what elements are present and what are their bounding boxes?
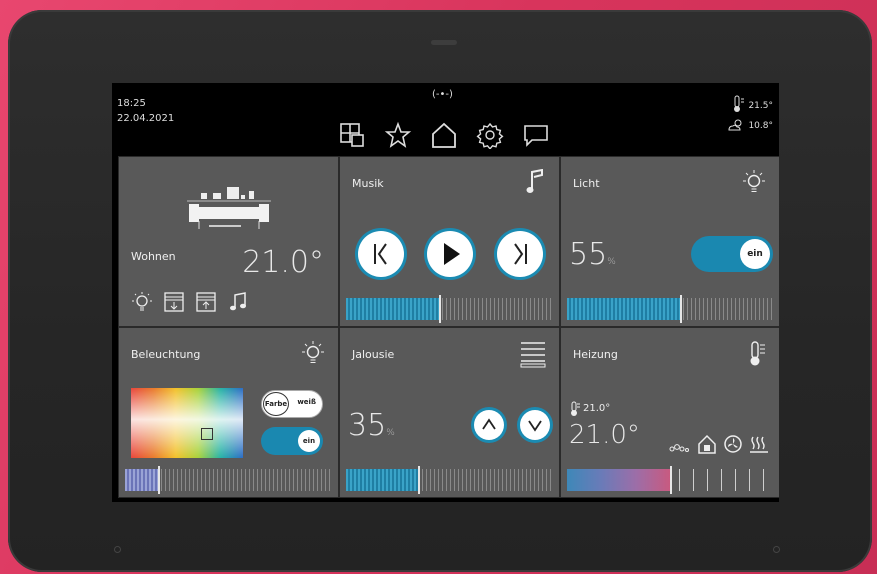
tile-heizung[interactable]: Heizung 21.0° 21.0° [560, 327, 779, 498]
blind-position-handle[interactable] [418, 466, 421, 494]
heating-slider[interactable] [567, 466, 773, 494]
volume-slider-fill [346, 298, 440, 320]
tile-jalousie[interactable]: Jalousie 35% [339, 327, 560, 498]
previous-track-button[interactable] [358, 231, 404, 277]
light-dimmer-fill [567, 298, 681, 320]
light-bulb-icon [741, 169, 767, 199]
blind-position-unit: % [386, 428, 395, 438]
blind-up-icon[interactable] [195, 291, 217, 317]
color-mode-option-white[interactable]: weiß [297, 398, 316, 406]
status-bar: 18:25 22.04.2021 (-•-) 21.5° 10.8° [112, 83, 779, 155]
lighting-dimmer-fill [125, 469, 159, 491]
home-icon[interactable] [430, 121, 458, 149]
touch-screen: 18:25 22.04.2021 (-•-) 21.5° 10.8° Wohne… [112, 83, 779, 502]
tile-beleuchtung[interactable]: Beleuchtung Farbe weiß ein [118, 327, 339, 498]
clock-date: 22.04.2021 [117, 113, 175, 124]
volume-slider[interactable] [346, 295, 553, 323]
fan-icon[interactable] [723, 434, 743, 458]
messages-icon[interactable] [522, 121, 550, 149]
lighting-toggle[interactable]: ein [261, 427, 323, 455]
eco-mode-icon[interactable] [669, 439, 691, 458]
music-note-icon [525, 168, 547, 199]
music-note-icon[interactable] [227, 291, 249, 317]
room-temperature: 21.0° [242, 245, 324, 280]
heating-temperature: 21.0° [569, 420, 640, 450]
tile-title: Wohnen [131, 250, 176, 263]
light-dimmer-handle[interactable] [680, 295, 683, 323]
comfort-home-icon[interactable] [697, 434, 717, 458]
tile-musik[interactable]: Musik [339, 156, 560, 327]
status-led-left [114, 546, 121, 553]
next-track-button[interactable] [497, 231, 543, 277]
tile-title: Heizung [573, 348, 618, 361]
camera-sensor [431, 40, 457, 45]
blind-position-value: 35 [348, 408, 387, 443]
blind-position-display: 35% [348, 408, 395, 443]
favorites-icon[interactable] [384, 121, 412, 149]
lighting-toggle-knob: ein [298, 430, 320, 452]
connection-status: (-•-) [432, 89, 453, 100]
outdoor-temperature: 10.8° [748, 121, 773, 131]
lighting-dimmer-slider[interactable] [125, 466, 332, 494]
tile-title: Licht [573, 177, 600, 190]
tile-grid: Wohnen 21.0° Musik Licht 55% ein Beleuch… [118, 156, 779, 498]
heating-slider-fill [567, 469, 670, 491]
blind-down-button[interactable] [520, 410, 550, 440]
lighting-dimmer-handle[interactable] [158, 466, 161, 494]
tile-licht[interactable]: Licht 55% ein [560, 156, 779, 327]
clock-time: 18:25 [117, 98, 146, 109]
settings-icon[interactable] [476, 121, 504, 150]
tile-title: Jalousie [352, 348, 395, 361]
living-room-illustration [179, 171, 279, 239]
light-level-value: 55 [569, 237, 608, 272]
blind-up-button[interactable] [474, 410, 504, 440]
color-picker-cursor[interactable] [201, 428, 213, 440]
heating-slider-handle[interactable] [670, 466, 672, 494]
light-dimmer-slider[interactable] [567, 295, 773, 323]
play-button[interactable] [427, 231, 473, 277]
light-level-display: 55% [569, 237, 616, 272]
main-navigation [338, 121, 550, 150]
rooms-icon[interactable] [338, 121, 366, 149]
thermometer-icon [731, 95, 745, 117]
heating-setpoint: 21.0° [583, 403, 611, 414]
tile-title: Beleuchtung [131, 348, 201, 361]
light-bulb-icon [300, 340, 326, 370]
blind-position-fill [346, 469, 419, 491]
heating-waves-icon[interactable] [749, 434, 769, 458]
color-picker[interactable] [131, 388, 243, 458]
blind-down-icon[interactable] [163, 291, 185, 317]
light-toggle[interactable]: ein [691, 236, 773, 272]
blinds-icon [519, 340, 547, 372]
light-toggle-knob: ein [740, 239, 770, 269]
tile-wohnen[interactable]: Wohnen 21.0° [118, 156, 339, 327]
weather-sun-cloud-icon [727, 117, 745, 136]
indoor-temperature: 21.5° [748, 101, 773, 111]
thermometer-icon [747, 340, 767, 372]
color-mode-switch[interactable]: Farbe weiß [261, 390, 323, 418]
setpoint-thermometer-icon [569, 401, 581, 421]
blind-position-slider[interactable] [346, 466, 553, 494]
light-bulb-icon[interactable] [131, 291, 153, 317]
light-level-unit: % [607, 257, 616, 267]
tile-title: Musik [352, 177, 384, 190]
volume-slider-handle[interactable] [439, 295, 442, 323]
color-mode-option-color[interactable]: Farbe [263, 392, 289, 416]
status-led-right [773, 546, 780, 553]
